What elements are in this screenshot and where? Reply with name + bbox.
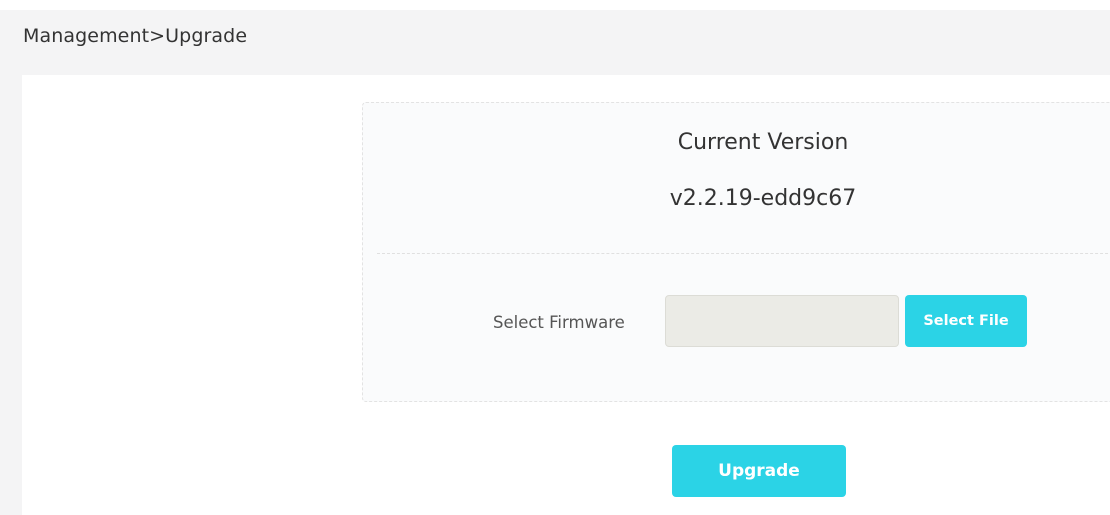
top-strip: [0, 0, 1110, 10]
breadcrumb: Management>Upgrade: [23, 25, 248, 47]
upgrade-button[interactable]: Upgrade: [672, 445, 846, 497]
main-content: Current Version v2.2.19-edd9c67 Select F…: [22, 75, 1110, 515]
current-version-value: v2.2.19-edd9c67: [669, 186, 857, 211]
upgrade-card: Current Version v2.2.19-edd9c67 Select F…: [362, 102, 1110, 402]
current-version-title: Current Version: [677, 130, 849, 155]
card-divider: [377, 253, 1110, 254]
breadcrumb-bar: Management>Upgrade: [10, 10, 1110, 75]
select-file-button[interactable]: Select File: [905, 295, 1027, 347]
select-firmware-label: Select Firmware: [493, 313, 625, 332]
firmware-file-input[interactable]: [665, 295, 899, 347]
